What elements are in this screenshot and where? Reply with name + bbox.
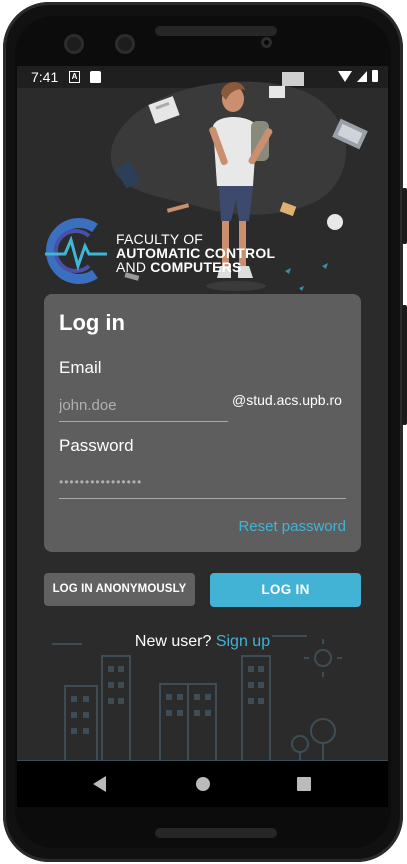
app-screen: 7:41 A FACULTY OF AUTOMATIC CONTROL AND … [17,66,388,761]
password-label: Password [59,436,134,455]
signup-prompt: New user? Sign up [17,633,388,651]
email-domain-suffix: @stud.acs.upb.ro [232,392,342,408]
front-sensor [115,34,135,54]
faculty-line-3-prefix: AND [116,259,151,275]
volume-button [402,305,407,425]
login-card: Log in Email @stud.acs.upb.ro Password R… [44,294,361,552]
faculty-line-3-bold: COMPUTERS [150,259,242,275]
recent-apps-icon[interactable] [297,777,311,791]
faculty-logo [45,218,107,284]
login-title: Log in [59,310,125,335]
front-camera [64,34,84,54]
faculty-name: FACULTY OF AUTOMATIC CONTROL AND COMPUTE… [116,232,275,274]
home-icon[interactable] [196,777,210,791]
signup-link[interactable]: Sign up [216,633,270,650]
password-field[interactable] [59,466,346,499]
signup-prompt-text: New user? [134,633,216,650]
back-icon[interactable] [93,776,106,792]
faculty-line-1: FACULTY OF [116,231,204,247]
reset-password-link[interactable]: Reset password [238,518,346,535]
email-label: Email [59,358,102,377]
earpiece-speaker [155,26,277,36]
power-button [402,188,407,244]
email-field[interactable] [59,389,228,422]
bottom-speaker [155,828,277,838]
proximity-sensor [261,37,272,48]
login-button[interactable]: LOG IN [210,573,361,607]
login-anonymously-button[interactable]: LOG IN ANONYMOUSLY [44,573,195,606]
android-nav-bar [17,761,388,807]
